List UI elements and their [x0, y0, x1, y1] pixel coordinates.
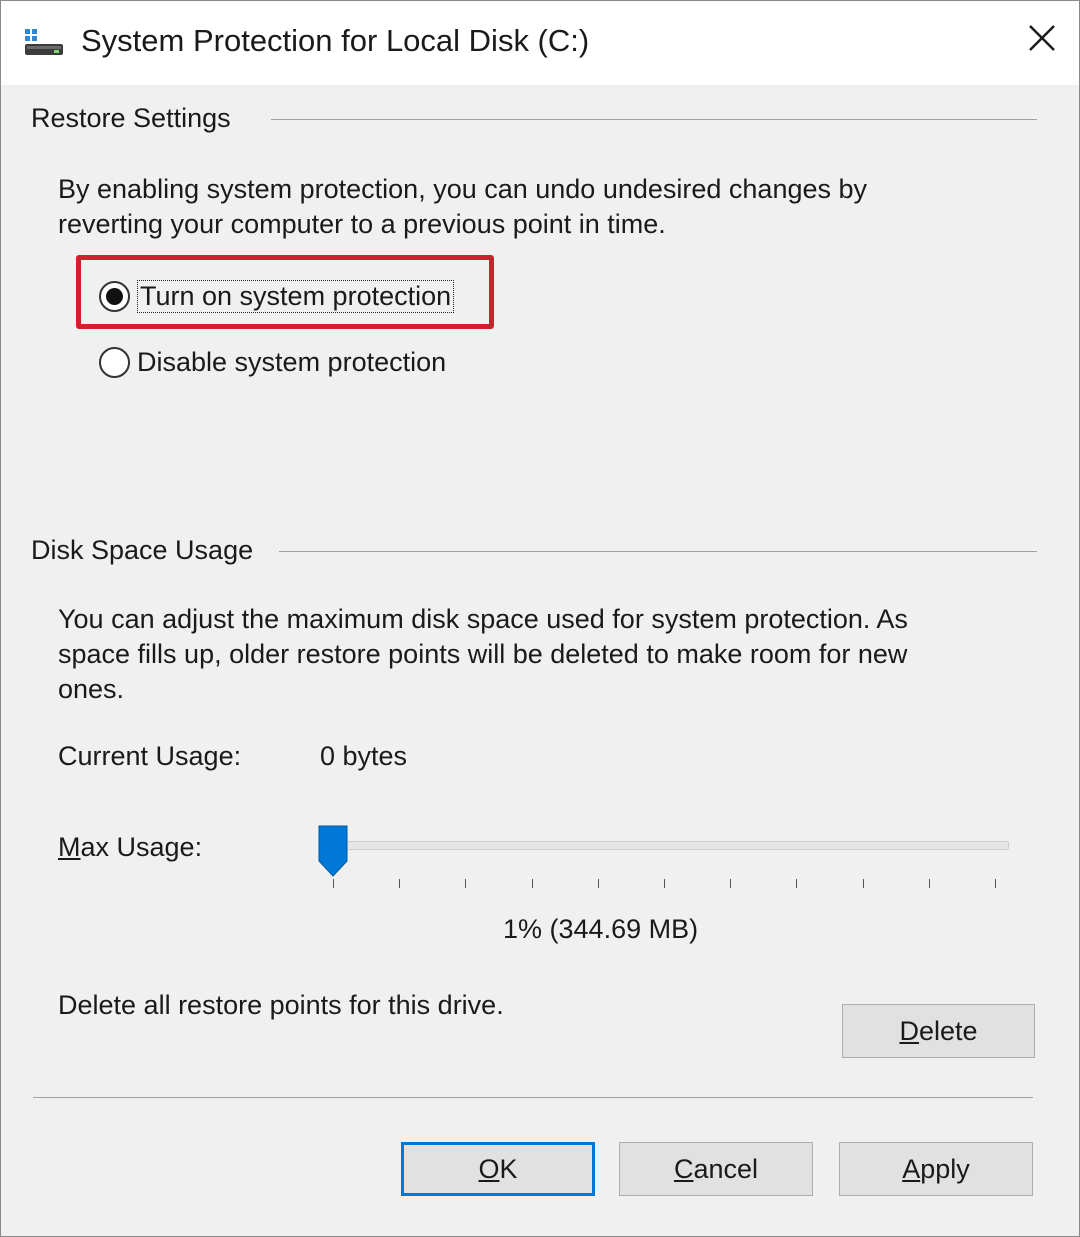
- max-usage-label: Max Usage:: [58, 832, 202, 863]
- window-title: System Protection for Local Disk (C:): [81, 23, 590, 58]
- radio-turn-on-protection[interactable]: Turn on system protection: [99, 280, 455, 313]
- disk-description-line2: space fills up, older restore points wil…: [58, 639, 908, 669]
- slider-tick: [863, 879, 864, 888]
- radio-disable-protection[interactable]: Disable system protection: [99, 347, 446, 378]
- delete-button[interactable]: Delete: [842, 1004, 1035, 1058]
- restore-description-line2: reverting your computer to a previous po…: [58, 209, 666, 239]
- slider-ticks: [1, 879, 1079, 891]
- slider-tick: [664, 879, 665, 888]
- title-bar: System Protection for Local Disk (C:): [1, 1, 1079, 85]
- cancel-label-rest: ancel: [693, 1153, 759, 1184]
- slider-tick: [929, 879, 930, 888]
- restore-settings-description: By enabling system protection, you can u…: [58, 172, 1038, 242]
- max-usage-slider-thumb[interactable]: [318, 825, 348, 877]
- apply-accesskey: A: [902, 1153, 921, 1184]
- slider-tick: [598, 879, 599, 888]
- slider-tick: [333, 879, 334, 888]
- cancel-button[interactable]: Cancel: [619, 1142, 813, 1196]
- ok-accesskey: O: [478, 1153, 500, 1184]
- slider-tick: [465, 879, 466, 888]
- ok-label-rest: K: [499, 1153, 518, 1184]
- delete-label-rest: elete: [918, 1015, 978, 1046]
- radio-unselected-icon: [99, 347, 130, 378]
- restore-settings-heading: Restore Settings: [31, 103, 231, 134]
- max-usage-label-rest: ax Usage:: [80, 832, 203, 862]
- current-usage-label: Current Usage:: [58, 741, 242, 771]
- max-usage-slider-track[interactable]: [333, 841, 1009, 850]
- dialog-content: Restore Settings By enabling system prot…: [1, 85, 1079, 1236]
- restore-settings-divider: [271, 119, 1037, 120]
- disk-space-divider: [279, 551, 1037, 552]
- radio-turn-on-label: Turn on system protection: [137, 280, 455, 313]
- radio-disable-label: Disable system protection: [137, 347, 447, 377]
- slider-tick: [532, 879, 533, 888]
- max-usage-value: 1% (344.69 MB): [503, 914, 699, 944]
- cancel-accesskey: C: [673, 1153, 694, 1184]
- delete-accesskey: D: [899, 1015, 919, 1046]
- radio-selected-icon: [99, 281, 130, 312]
- footer-separator: [33, 1097, 1033, 1098]
- drive-icon: [23, 27, 65, 57]
- slider-tick: [995, 879, 996, 888]
- max-usage-accesskey: M: [58, 832, 81, 862]
- slider-tick: [399, 879, 400, 888]
- slider-tick: [730, 879, 731, 888]
- disk-space-description: You can adjust the maximum disk space us…: [58, 602, 1048, 707]
- slider-tick: [796, 879, 797, 888]
- close-icon: [1027, 23, 1057, 58]
- apply-button[interactable]: Apply: [839, 1142, 1033, 1196]
- disk-description-line1: You can adjust the maximum disk space us…: [58, 604, 908, 634]
- disk-space-heading: Disk Space Usage: [31, 535, 254, 566]
- delete-restore-points-text: Delete all restore points for this drive…: [58, 990, 504, 1020]
- restore-description-line1: By enabling system protection, you can u…: [58, 174, 868, 204]
- disk-description-line3: ones.: [58, 674, 125, 704]
- dialog-window: System Protection for Local Disk (C:) Re…: [0, 0, 1080, 1237]
- apply-label-rest: pply: [920, 1153, 970, 1184]
- current-usage-value: 0 bytes: [320, 741, 408, 771]
- ok-button[interactable]: OK: [401, 1142, 595, 1196]
- close-button[interactable]: [1017, 15, 1067, 65]
